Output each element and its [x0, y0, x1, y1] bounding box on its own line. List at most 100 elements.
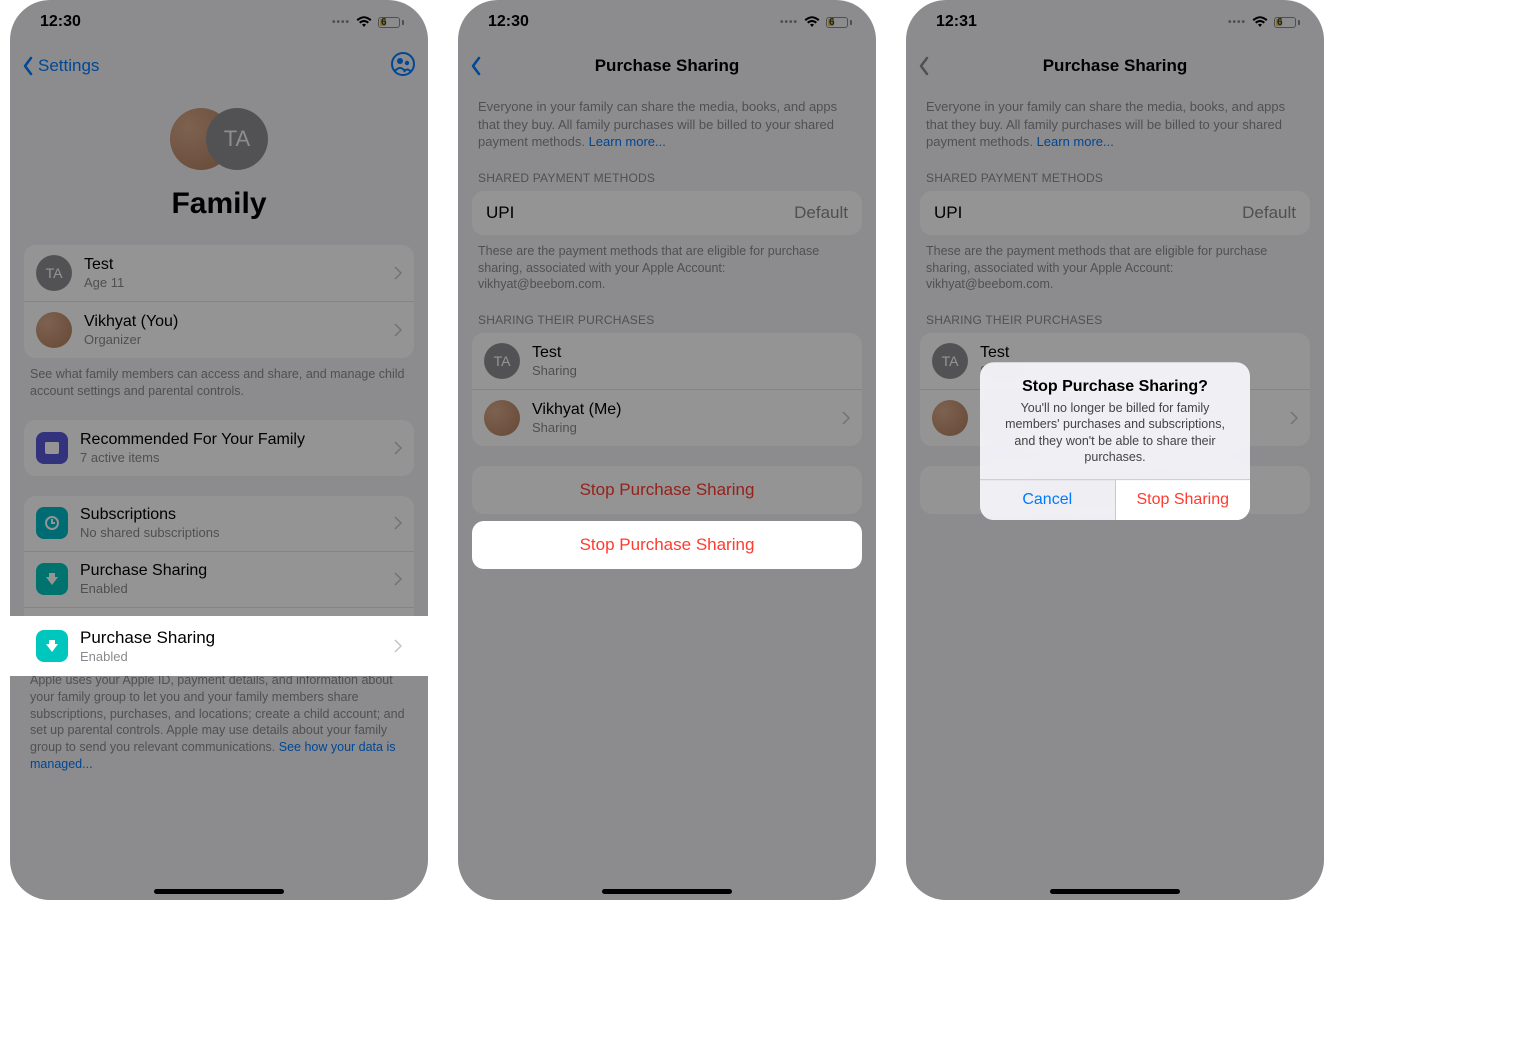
payment-method-row[interactable]: UPI Default: [472, 191, 862, 235]
row-title: Purchase Sharing: [80, 562, 384, 580]
nav-title: Purchase Sharing: [458, 56, 876, 76]
avatar-photo-icon: [36, 312, 72, 348]
stop-purchase-sharing-highlight[interactable]: Stop Purchase Sharing: [472, 521, 862, 569]
content-area: Everyone in your family can share the me…: [458, 88, 876, 900]
status-time: 12:30: [40, 13, 81, 31]
cellular-icon: ••••: [332, 17, 350, 28]
payment-group: SHARED PAYMENT METHODS UPI Default These…: [472, 171, 862, 294]
family-header: TA Family: [10, 88, 428, 225]
alert-cancel-button[interactable]: Cancel: [980, 480, 1116, 520]
alert-message: You'll no longer be billed for family me…: [994, 400, 1236, 465]
row-sub: Enabled: [80, 649, 384, 664]
payment-value: Default: [1242, 203, 1296, 223]
status-bar: 12:31 •••• 6: [906, 0, 1324, 44]
family-nav-icon[interactable]: [390, 51, 416, 82]
member-name: Vikhyat (Me): [532, 401, 832, 419]
member-row-test[interactable]: TA Test Age 11: [24, 245, 414, 302]
sharing-group: SHARING THEIR PURCHASES TA Test Sharing …: [472, 313, 862, 446]
wifi-icon: [356, 16, 372, 28]
chevron-right-icon: [394, 323, 402, 337]
learn-more-link[interactable]: Learn more...: [1037, 134, 1114, 149]
payment-method: UPI: [934, 203, 962, 223]
avatar-photo-icon: [484, 400, 520, 436]
row-title: Subscriptions: [80, 506, 384, 524]
recommended-row[interactable]: Recommended For Your Family 7 active ite…: [24, 420, 414, 476]
member-sub: Age 11: [84, 275, 384, 290]
confirm-alert: Stop Purchase Sharing? You'll no longer …: [980, 362, 1250, 520]
status-bar: 12:30 •••• 6: [458, 0, 876, 44]
subscriptions-row[interactable]: Subscriptions No shared subscriptions: [24, 496, 414, 552]
screenshot-purchase-sharing: 12:30 •••• 6 Purchase Sharing Everyone i…: [458, 0, 876, 900]
avatar-initials-icon: TA: [36, 255, 72, 291]
content-area: TA Test Age 11 Vikhyat (You) Organizer: [10, 225, 428, 900]
payment-method-row[interactable]: UPI Default: [920, 191, 1310, 235]
sharing-member-row-me[interactable]: Vikhyat (Me) Sharing: [472, 390, 862, 446]
status-time: 12:31: [936, 13, 977, 31]
alert-title: Stop Purchase Sharing?: [994, 378, 1236, 396]
calendar-icon: [36, 432, 68, 464]
recommended-title: Recommended For Your Family: [80, 431, 384, 449]
payment-group: SHARED PAYMENT METHODS UPI Default These…: [920, 171, 1310, 294]
status-right: •••• 6: [332, 16, 404, 28]
avatar-photo-icon: [932, 400, 968, 436]
chevron-right-icon: [394, 266, 402, 280]
stop-group: Stop Purchase Sharing: [472, 466, 862, 514]
member-row-you[interactable]: Vikhyat (You) Organizer: [24, 302, 414, 358]
chevron-left-icon: [22, 56, 34, 76]
member-name: Test: [532, 344, 850, 362]
payment-header: SHARED PAYMENT METHODS: [472, 171, 862, 191]
screenshot-confirm-stop: 12:31 •••• 6 Purchase Sharing Everyone i…: [906, 0, 1324, 900]
cellular-icon: ••••: [1228, 17, 1246, 28]
stop-purchase-sharing-button[interactable]: Stop Purchase Sharing: [472, 466, 862, 514]
purchase-icon: [36, 563, 68, 595]
back-button[interactable]: [918, 56, 930, 76]
cellular-icon: ••••: [780, 17, 798, 28]
page-title: Family: [10, 187, 428, 221]
row-sub: No shared subscriptions: [80, 525, 384, 540]
home-indicator[interactable]: [1050, 889, 1180, 894]
status-time: 12:30: [488, 13, 529, 31]
intro-text: Everyone in your family can share the me…: [472, 88, 862, 151]
payment-footer: These are the payment methods that are e…: [920, 235, 1310, 294]
chevron-right-icon: [394, 572, 402, 586]
status-right: •••• 6: [780, 16, 852, 28]
intro-text: Everyone in your family can share the me…: [920, 88, 1310, 151]
battery-icon: 6: [378, 17, 404, 28]
battery-icon: 6: [1274, 17, 1300, 28]
battery-icon: 6: [826, 17, 852, 28]
alert-confirm-button[interactable]: Stop Sharing: [1116, 480, 1251, 520]
services-footer: Apple uses your Apple ID, payment detail…: [24, 664, 414, 773]
back-button[interactable]: [470, 56, 482, 76]
purchase-sharing-highlight[interactable]: Purchase Sharing Enabled: [10, 616, 428, 676]
chevron-right-icon: [394, 639, 402, 653]
members-footer: See what family members can access and s…: [24, 358, 414, 400]
purchase-sharing-row[interactable]: Purchase Sharing Enabled: [24, 552, 414, 608]
status-bar: 12:30 •••• 6: [10, 0, 428, 44]
wifi-icon: [804, 16, 820, 28]
recommended-sub: 7 active items: [80, 450, 384, 465]
home-indicator[interactable]: [154, 889, 284, 894]
member-sub: Sharing: [532, 420, 832, 435]
screenshot-family: 12:30 •••• 6 Settings TA Family: [10, 0, 428, 900]
chevron-right-icon: [394, 516, 402, 530]
row-sub: Enabled: [80, 581, 384, 596]
member-name: Test: [980, 344, 1298, 362]
sharing-header: SHARING THEIR PURCHASES: [472, 313, 862, 333]
member-sub: Organizer: [84, 332, 384, 347]
nav-bar: Settings: [10, 44, 428, 88]
nav-bar: Purchase Sharing: [458, 44, 876, 88]
member-sub: Sharing: [532, 363, 850, 378]
payment-value: Default: [794, 203, 848, 223]
sharing-member-row: TA Test Sharing: [472, 333, 862, 390]
nav-bar: Purchase Sharing: [906, 44, 1324, 88]
learn-more-link[interactable]: Learn more...: [589, 134, 666, 149]
chevron-right-icon: [1290, 411, 1298, 425]
row-title: Purchase Sharing: [80, 628, 384, 648]
chevron-right-icon: [842, 411, 850, 425]
chevron-left-icon: [470, 56, 482, 76]
nav-title: Purchase Sharing: [906, 56, 1324, 76]
back-button[interactable]: Settings: [22, 56, 99, 76]
home-indicator[interactable]: [602, 889, 732, 894]
back-label: Settings: [38, 56, 99, 76]
payment-footer: These are the payment methods that are e…: [472, 235, 862, 294]
